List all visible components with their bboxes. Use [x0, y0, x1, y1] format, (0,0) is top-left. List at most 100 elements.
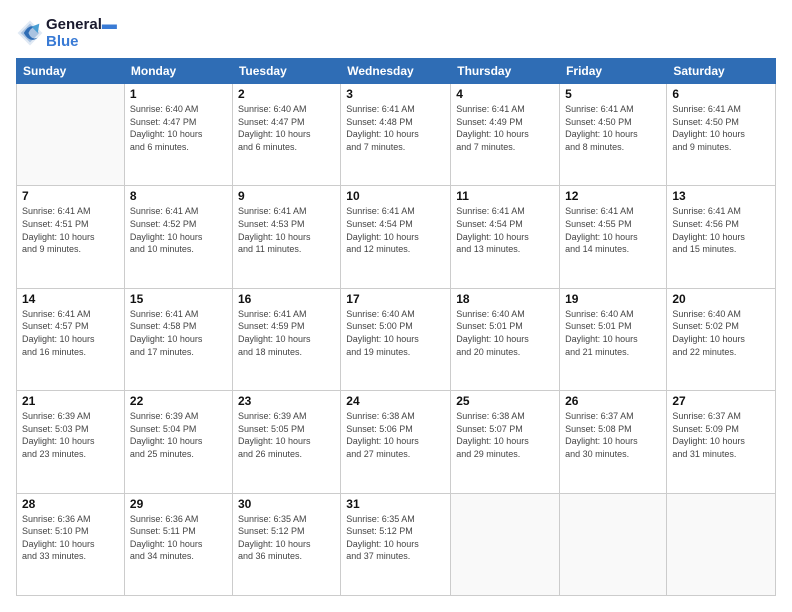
day-number: 19: [565, 292, 661, 306]
calendar-cell: 21 Sunrise: 6:39 AM Sunset: 5:03 PM Dayli…: [17, 391, 125, 493]
day-number: 7: [22, 189, 119, 203]
day-info: Sunrise: 6:41 AM Sunset: 4:50 PM Dayligh…: [565, 103, 661, 153]
day-info: Sunrise: 6:40 AM Sunset: 4:47 PM Dayligh…: [130, 103, 227, 153]
day-info: Sunrise: 6:41 AM Sunset: 4:54 PM Dayligh…: [456, 205, 554, 255]
calendar-header-thursday: Thursday: [451, 59, 560, 84]
calendar-cell: 2Sunrise: 6:40 AM Sunset: 4:47 PM Daylig…: [232, 84, 340, 186]
day-number: 20: [672, 292, 770, 306]
calendar-week-4: 21 Sunrise: 6:39 AM Sunset: 5:03 PM Dayli…: [17, 391, 776, 493]
calendar-cell: [17, 84, 125, 186]
calendar-week-5: 28Sunrise: 6:36 AM Sunset: 5:10 PM Dayli…: [17, 493, 776, 595]
day-info: Sunrise: 6:39 AM Sunset: 5:03 PM Dayligh…: [22, 410, 119, 460]
calendar-cell: 24 Sunrise: 6:38 AM Sunset: 5:06 PM Dayli…: [341, 391, 451, 493]
calendar-cell: 6 Sunrise: 6:41 AM Sunset: 4:50 PM Daylig…: [667, 84, 776, 186]
calendar-header-monday: Monday: [124, 59, 232, 84]
calendar-header-saturday: Saturday: [667, 59, 776, 84]
day-info: Sunrise: 6:41 AM Sunset: 4:48 PM Dayligh…: [346, 103, 445, 153]
day-info: Sunrise: 6:41 AM Sunset: 4:58 PM Dayligh…: [130, 308, 227, 358]
calendar-week-1: 1 Sunrise: 6:40 AM Sunset: 4:47 PM Daylig…: [17, 84, 776, 186]
day-info: Sunrise: 6:41 AM Sunset: 4:51 PM Dayligh…: [22, 205, 119, 255]
day-number: 3: [346, 87, 445, 101]
day-info: Sunrise: 6:39 AM Sunset: 5:05 PM Dayligh…: [238, 410, 335, 460]
calendar-cell: 15 Sunrise: 6:41 AM Sunset: 4:58 PM Dayli…: [124, 288, 232, 390]
day-number: 31: [346, 497, 445, 511]
day-number: 6: [672, 87, 770, 101]
logo-text: General▬ Blue: [46, 16, 117, 50]
page: General▬ Blue SundayMondayTuesdayWednesd…: [0, 0, 792, 612]
calendar-cell: 23 Sunrise: 6:39 AM Sunset: 5:05 PM Dayli…: [232, 391, 340, 493]
day-number: 2: [238, 87, 335, 101]
calendar-cell: 12Sunrise: 6:41 AM Sunset: 4:55 PM Dayli…: [560, 186, 667, 288]
calendar-cell: 1 Sunrise: 6:40 AM Sunset: 4:47 PM Daylig…: [124, 84, 232, 186]
day-number: 18: [456, 292, 554, 306]
calendar-cell: 9 Sunrise: 6:41 AM Sunset: 4:53 PM Daylig…: [232, 186, 340, 288]
calendar-cell: 7 Sunrise: 6:41 AM Sunset: 4:51 PM Daylig…: [17, 186, 125, 288]
calendar-header-wednesday: Wednesday: [341, 59, 451, 84]
calendar-cell: 16 Sunrise: 6:41 AM Sunset: 4:59 PM Dayli…: [232, 288, 340, 390]
day-number: 25: [456, 394, 554, 408]
calendar-cell: 11 Sunrise: 6:41 AM Sunset: 4:54 PM Dayli…: [451, 186, 560, 288]
calendar-week-2: 7 Sunrise: 6:41 AM Sunset: 4:51 PM Daylig…: [17, 186, 776, 288]
calendar-cell: 3 Sunrise: 6:41 AM Sunset: 4:48 PM Daylig…: [341, 84, 451, 186]
day-number: 16: [238, 292, 335, 306]
day-info: Sunrise: 6:41 AM Sunset: 4:52 PM Dayligh…: [130, 205, 227, 255]
day-info: Sunrise: 6:41 AM Sunset: 4:57 PM Dayligh…: [22, 308, 119, 358]
day-number: 1: [130, 87, 227, 101]
day-number: 13: [672, 189, 770, 203]
calendar-cell: 8 Sunrise: 6:41 AM Sunset: 4:52 PM Daylig…: [124, 186, 232, 288]
day-info: Sunrise: 6:40 AM Sunset: 5:01 PM Dayligh…: [456, 308, 554, 358]
calendar-cell: 14 Sunrise: 6:41 AM Sunset: 4:57 PM Dayli…: [17, 288, 125, 390]
day-info: Sunrise: 6:41 AM Sunset: 4:53 PM Dayligh…: [238, 205, 335, 255]
calendar-cell: 30Sunrise: 6:35 AM Sunset: 5:12 PM Dayli…: [232, 493, 340, 595]
calendar-cell: 29 Sunrise: 6:36 AM Sunset: 5:11 PM Dayli…: [124, 493, 232, 595]
calendar-header-friday: Friday: [560, 59, 667, 84]
day-number: 14: [22, 292, 119, 306]
calendar-cell: 26 Sunrise: 6:37 AM Sunset: 5:08 PM Dayli…: [560, 391, 667, 493]
day-info: Sunrise: 6:35 AM Sunset: 5:12 PM Dayligh…: [346, 513, 445, 563]
calendar-cell: 25 Sunrise: 6:38 AM Sunset: 5:07 PM Dayli…: [451, 391, 560, 493]
day-info: Sunrise: 6:40 AM Sunset: 5:01 PM Dayligh…: [565, 308, 661, 358]
day-number: 17: [346, 292, 445, 306]
day-number: 8: [130, 189, 227, 203]
day-number: 28: [22, 497, 119, 511]
day-number: 21: [22, 394, 119, 408]
day-info: Sunrise: 6:37 AM Sunset: 5:08 PM Dayligh…: [565, 410, 661, 460]
calendar: SundayMondayTuesdayWednesdayThursdayFrid…: [16, 58, 776, 596]
calendar-cell: 22 Sunrise: 6:39 AM Sunset: 5:04 PM Dayli…: [124, 391, 232, 493]
calendar-cell: 10Sunrise: 6:41 AM Sunset: 4:54 PM Dayli…: [341, 186, 451, 288]
calendar-cell: 17Sunrise: 6:40 AM Sunset: 5:00 PM Dayli…: [341, 288, 451, 390]
calendar-header-sunday: Sunday: [17, 59, 125, 84]
day-info: Sunrise: 6:41 AM Sunset: 4:50 PM Dayligh…: [672, 103, 770, 153]
calendar-cell: 18 Sunrise: 6:40 AM Sunset: 5:01 PM Dayli…: [451, 288, 560, 390]
day-number: 9: [238, 189, 335, 203]
calendar-cell: 5 Sunrise: 6:41 AM Sunset: 4:50 PM Daylig…: [560, 84, 667, 186]
day-number: 15: [130, 292, 227, 306]
logo: General▬ Blue: [16, 16, 117, 50]
calendar-cell: 4Sunrise: 6:41 AM Sunset: 4:49 PM Daylig…: [451, 84, 560, 186]
day-number: 23: [238, 394, 335, 408]
day-number: 24: [346, 394, 445, 408]
day-info: Sunrise: 6:36 AM Sunset: 5:11 PM Dayligh…: [130, 513, 227, 563]
day-info: Sunrise: 6:38 AM Sunset: 5:07 PM Dayligh…: [456, 410, 554, 460]
calendar-cell: 19 Sunrise: 6:40 AM Sunset: 5:01 PM Dayli…: [560, 288, 667, 390]
day-info: Sunrise: 6:40 AM Sunset: 5:02 PM Dayligh…: [672, 308, 770, 358]
day-info: Sunrise: 6:41 AM Sunset: 4:49 PM Dayligh…: [456, 103, 554, 153]
calendar-cell: [451, 493, 560, 595]
calendar-body: 1 Sunrise: 6:40 AM Sunset: 4:47 PM Daylig…: [17, 84, 776, 596]
day-number: 29: [130, 497, 227, 511]
day-info: Sunrise: 6:37 AM Sunset: 5:09 PM Dayligh…: [672, 410, 770, 460]
day-number: 26: [565, 394, 661, 408]
day-info: Sunrise: 6:41 AM Sunset: 4:54 PM Dayligh…: [346, 205, 445, 255]
calendar-cell: 20 Sunrise: 6:40 AM Sunset: 5:02 PM Dayli…: [667, 288, 776, 390]
calendar-cell: [667, 493, 776, 595]
day-info: Sunrise: 6:38 AM Sunset: 5:06 PM Dayligh…: [346, 410, 445, 460]
day-number: 5: [565, 87, 661, 101]
header: General▬ Blue: [16, 16, 776, 50]
day-info: Sunrise: 6:41 AM Sunset: 4:59 PM Dayligh…: [238, 308, 335, 358]
day-info: Sunrise: 6:39 AM Sunset: 5:04 PM Dayligh…: [130, 410, 227, 460]
calendar-cell: 13Sunrise: 6:41 AM Sunset: 4:56 PM Dayli…: [667, 186, 776, 288]
calendar-week-3: 14 Sunrise: 6:41 AM Sunset: 4:57 PM Dayli…: [17, 288, 776, 390]
day-number: 11: [456, 189, 554, 203]
day-info: Sunrise: 6:41 AM Sunset: 4:55 PM Dayligh…: [565, 205, 661, 255]
day-number: 22: [130, 394, 227, 408]
